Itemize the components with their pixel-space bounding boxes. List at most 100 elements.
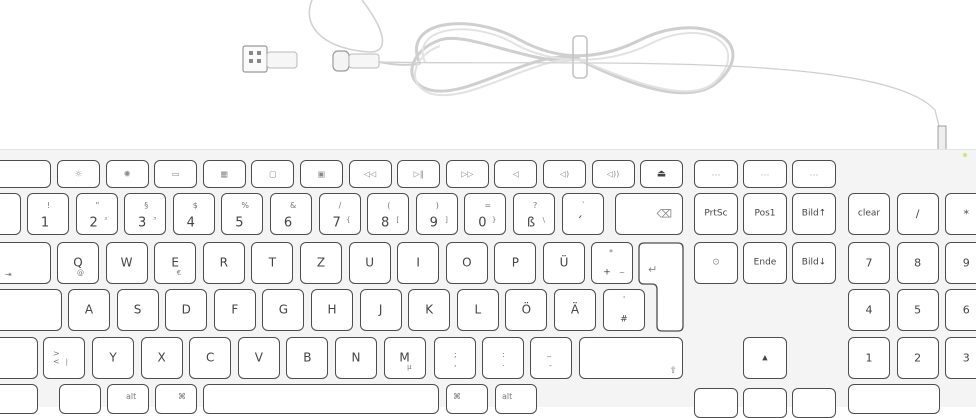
key-12[interactable]: ` ´ [561, 193, 604, 235]
key-n[interactable]: N [335, 337, 377, 379]
numpad-key-3-0[interactable]: 1 [848, 337, 890, 379]
key-j[interactable]: J [359, 289, 402, 331]
mission-control-key[interactable]: ▭ [154, 160, 198, 188]
numpad-key-1-0[interactable]: 7 [848, 242, 890, 284]
play-pause-key[interactable]: ▷‖ [397, 160, 441, 188]
caret-key[interactable] [0, 193, 21, 235]
plus-key[interactable]: * + ~ [591, 242, 633, 284]
command-left-key[interactable]: ⌘ [155, 384, 197, 414]
numpad-key-1-2[interactable]: 9 [945, 242, 976, 284]
key-5[interactable]: % 5 [221, 193, 264, 235]
key-10[interactable]: = 0} [464, 193, 507, 235]
alt-left-key[interactable]: alt [107, 384, 149, 414]
key-h[interactable]: H [311, 289, 353, 331]
tab-key[interactable]: ⇥ [0, 242, 51, 284]
key-3[interactable]: § 3 ³ [124, 193, 167, 235]
numpad-key-3-1[interactable]: 2 [896, 337, 939, 379]
fn-key[interactable] [59, 384, 101, 414]
eject-key[interactable]: ⏏ [640, 160, 683, 188]
f14-key[interactable]: … [743, 160, 787, 188]
caps-lock-key[interactable] [0, 289, 62, 331]
key-r[interactable]: R [202, 242, 245, 284]
period-key[interactable]: : . [482, 337, 524, 379]
pos1-key[interactable]: Pos1 [743, 193, 787, 235]
fast-forward-key[interactable]: ▷▷ [445, 160, 489, 188]
key-6[interactable]: & 6 [270, 193, 312, 235]
hash-key[interactable]: ' # [603, 289, 645, 331]
key-c[interactable]: C [189, 337, 232, 379]
key-e[interactable]: E € [154, 242, 197, 284]
f13-key[interactable]: … [694, 160, 738, 188]
key-z[interactable]: Z [300, 242, 342, 284]
key-v[interactable]: V [237, 337, 280, 379]
key-t[interactable]: T [251, 242, 294, 284]
key-ü[interactable]: Ü [543, 242, 585, 284]
shift-right-key[interactable]: ⇧ [579, 337, 683, 379]
key-8[interactable]: (8 [ [367, 193, 410, 235]
key-7[interactable]: / 7 { [318, 193, 361, 235]
key-l[interactable]: L [456, 289, 499, 331]
key-g[interactable]: G [262, 289, 305, 331]
key-q[interactable]: Q @ [57, 242, 99, 284]
key-p[interactable]: P [494, 242, 537, 284]
numpad-key-0-1[interactable]: / [896, 193, 939, 235]
key-s[interactable]: S [116, 289, 159, 331]
arrow-right-key[interactable] [792, 388, 836, 418]
brightness-up-key[interactable]: ✺ [105, 160, 149, 188]
launchpad-key[interactable]: ▦ [202, 160, 246, 188]
numpad-key-1-1[interactable]: 8 [896, 242, 939, 284]
key-i[interactable]: I [397, 242, 440, 284]
escape-key[interactable] [0, 160, 51, 188]
key-a[interactable]: A [68, 289, 110, 331]
key-9[interactable]: ) 9] [415, 193, 458, 235]
control-key[interactable] [0, 384, 38, 414]
dash-key[interactable]: _ - [530, 337, 572, 379]
key-ä[interactable]: Ä [554, 289, 596, 331]
comma-key[interactable]: ; , [434, 337, 476, 379]
insert-key[interactable]: ⊙ [694, 242, 738, 284]
key-u[interactable]: U [348, 242, 391, 284]
key-x[interactable]: X [140, 337, 183, 379]
arrow-up-key[interactable]: ▲ [743, 337, 787, 379]
arrow-left-key[interactable] [694, 388, 738, 418]
screenshot-region-key[interactable]: ▣ [300, 160, 343, 188]
numpad-key-0-0[interactable]: clear [848, 193, 890, 235]
numpad-key-2-0[interactable]: 4 [848, 289, 890, 331]
page-down-key[interactable]: Bild↓ [792, 242, 836, 284]
alt-right-key[interactable]: alt [495, 384, 537, 414]
key-d[interactable]: D [165, 289, 208, 331]
mute-key[interactable]: ◁ [494, 160, 538, 188]
key-1[interactable]: ! 1 [27, 193, 69, 235]
key-4[interactable]: $4 [172, 193, 215, 235]
backspace-key[interactable]: ⌫ [615, 193, 683, 235]
key-y[interactable]: Y [92, 337, 134, 379]
rewind-key[interactable]: ◁◁ [348, 160, 392, 188]
volume-up-key[interactable]: ◁)) [591, 160, 635, 188]
key-f[interactable]: F [213, 289, 256, 331]
page-up-key[interactable]: Bild↑ [792, 193, 836, 235]
f15-key[interactable]: … [792, 160, 836, 188]
numpad-0-key[interactable] [848, 384, 940, 414]
key-ö[interactable]: Ö [505, 289, 548, 331]
brightness-down-key[interactable]: ☼ [57, 160, 100, 188]
command-right-key[interactable]: ⌘ [446, 384, 488, 414]
key-2[interactable]: " 2 ² [75, 193, 118, 235]
arrow-down-key[interactable] [743, 388, 787, 418]
numpad-key-3-2[interactable]: 3 [945, 337, 976, 379]
numpad-key-2-1[interactable]: 5 [896, 289, 939, 331]
key-11[interactable]: ? ß \ [513, 193, 555, 235]
numpad-key-0-2[interactable]: * [945, 193, 976, 235]
space-key[interactable] [203, 384, 439, 414]
key-b[interactable]: B [286, 337, 329, 379]
screenshot-key[interactable]: ▢ [251, 160, 295, 188]
shift-left-key[interactable] [0, 337, 38, 379]
angle-bracket-key[interactable]: > < | [43, 337, 85, 379]
prtsc-key[interactable]: PrtSc [694, 193, 738, 235]
key-m[interactable]: Mµ [383, 337, 426, 379]
key-w[interactable]: W [105, 242, 148, 284]
end-key[interactable]: Ende [743, 242, 787, 284]
key-o[interactable]: O [445, 242, 488, 284]
numpad-key-2-2[interactable]: 6 [945, 289, 976, 331]
key-k[interactable]: K [408, 289, 451, 331]
volume-down-key[interactable]: ◁) [543, 160, 586, 188]
